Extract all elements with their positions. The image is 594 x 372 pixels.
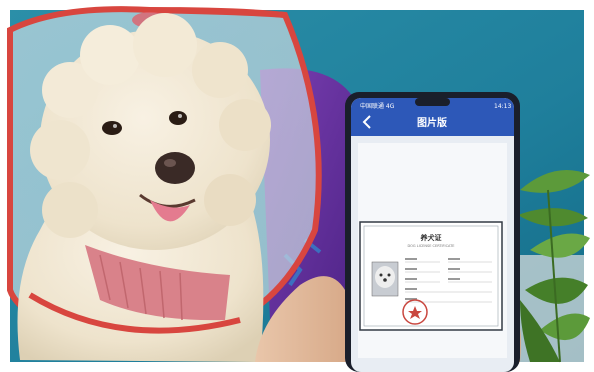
dog-right-eye [169,111,187,125]
license-certificate[interactable]: 养犬证 DOG LICENSE CERTIFICATE [359,221,503,331]
status-time: 14:13 [494,103,511,110]
dog-left-eye [102,121,122,135]
certificate-subtitle: DOG LICENSE CERTIFICATE [407,244,454,248]
smartphone: 中国联通 4G 14:13 图片版 养犬证 DOG LICENSE CERTIF… [345,92,520,372]
photo-illustration: 中国联通 4G 14:13 图片版 养犬证 DOG LICENSE CERTIF… [0,0,594,372]
dog-nose [155,152,195,184]
photo-scene: 中国联通 4G 14:13 图片版 养犬证 DOG LICENSE CERTIF… [0,0,594,372]
app-title: 图片版 [417,116,447,129]
status-carrier: 中国联通 4G [360,102,395,110]
certificate-title: 养犬证 [420,233,442,242]
